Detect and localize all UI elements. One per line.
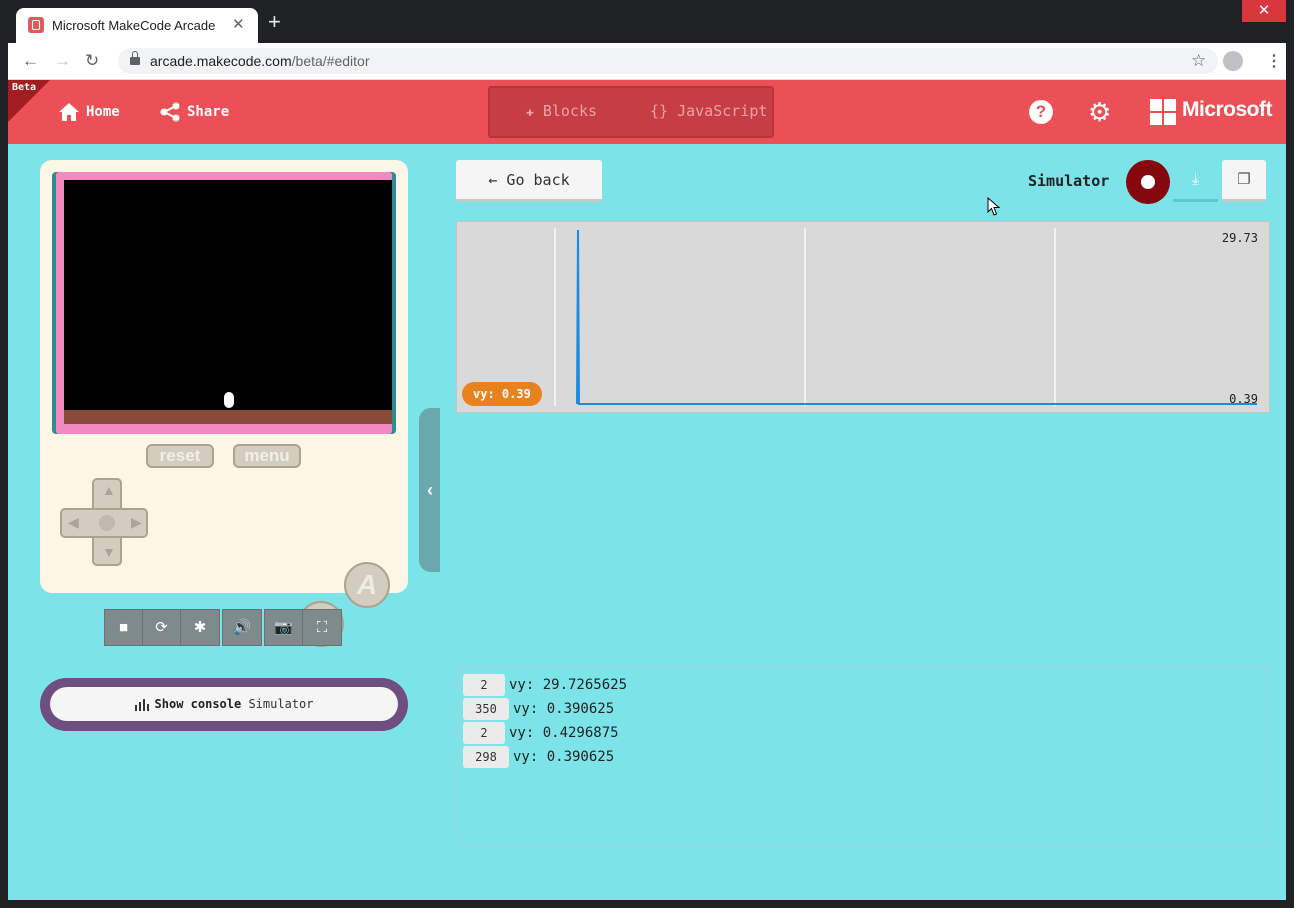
reload-button[interactable]: ↻ [85, 51, 99, 71]
tab-javascript[interactable]: {} JavaScript [650, 102, 767, 120]
a-button[interactable]: A [344, 562, 390, 608]
player-sprite [224, 392, 234, 408]
browser-menu-icon[interactable]: ⋮ [1266, 51, 1282, 71]
log-row: 2 vy: 29.7265625 [463, 674, 627, 696]
log-count-badge: 2 [463, 674, 505, 696]
dpad-center-icon [99, 515, 115, 531]
reset-button[interactable]: reset [146, 444, 214, 468]
new-tab-button[interactable]: + [268, 11, 281, 33]
mouse-cursor-icon [987, 197, 1001, 216]
log-count-badge: 2 [463, 722, 505, 744]
chart-current-label: vy: 0.39 [462, 382, 542, 406]
game-screen[interactable] [64, 180, 392, 424]
app-header: Beta Home Share ✚ Blocks {} JavaScript ?… [8, 80, 1286, 144]
profile-avatar[interactable] [1223, 51, 1243, 71]
javascript-label: JavaScript [677, 102, 768, 120]
beta-label: Beta [12, 82, 37, 93]
share-label: Share [187, 104, 230, 120]
sim-toolbar-right: 📷 ⛶ [264, 609, 342, 646]
log-count-badge: 298 [463, 746, 509, 768]
game-ground [64, 410, 392, 424]
simulator-label: Simulator [1028, 172, 1110, 190]
console-log: 2 vy: 29.7265625 350 vy: 0.390625 2 vy: 0.4… [456, 667, 1270, 845]
blocks-label: Blocks [542, 102, 598, 120]
log-text: vy: 0.390625 [513, 749, 615, 765]
collapse-simulator-button[interactable]: ‹ [419, 408, 441, 572]
tab-blocks[interactable]: ✚ Blocks [526, 102, 597, 120]
puzzle-icon: ✚ [526, 105, 534, 120]
copy-icon[interactable]: ❐ [1222, 160, 1266, 202]
debug-icon[interactable]: ✱ [181, 610, 219, 646]
share-button[interactable]: Share [159, 100, 229, 124]
microsoft-brand[interactable]: Microsoft [1182, 98, 1273, 122]
chart-canvas [554, 228, 1258, 406]
chart-series-vy [576, 229, 1257, 405]
log-text: vy: 0.4296875 [509, 725, 619, 741]
tab-close-icon[interactable]: ✕ [232, 15, 245, 33]
download-icon[interactable]: ⤓ [1173, 160, 1218, 202]
record-button[interactable] [1126, 160, 1170, 204]
screen-frame [52, 172, 396, 434]
browser-titlebar: Microsoft MakeCode Arcade ✕ + ✕ [0, 0, 1294, 43]
makecode-favicon-icon [28, 17, 44, 33]
screenshot-icon[interactable]: 📷 [265, 610, 303, 646]
sim-toolbar-mute: 🔊 [222, 609, 262, 646]
lock-icon [130, 51, 140, 67]
home-button[interactable]: Home [58, 100, 120, 124]
game-simulator: reset menu ▲ ▼ ◀ ▶ A B [40, 160, 408, 647]
url-host: arcade.makecode.com [150, 53, 292, 69]
url-path: /beta/#editor [291, 53, 370, 69]
serial-chart: vy: 0.39 29.73 0.39 [456, 221, 1270, 413]
log-row: 298 vy: 0.390625 [463, 746, 614, 768]
arrow-left-icon: ← [488, 171, 498, 189]
chart-min-label: 0.39 [1229, 392, 1258, 406]
chart-max-label: 29.73 [1221, 231, 1258, 245]
browser-tab[interactable]: Microsoft MakeCode Arcade ✕ [16, 8, 258, 43]
menu-button[interactable]: menu [233, 444, 301, 468]
browser-toolbar: ← → ↻ arcade.makecode.com/beta/#editor ☆… [8, 43, 1286, 80]
gear-icon[interactable]: ⚙ [1088, 98, 1111, 126]
serial-view: ← Go back Simulator ⤓ ❐ vy: 0.39 29.73 0… [440, 144, 1286, 900]
home-icon [59, 103, 79, 121]
dpad-left-icon[interactable]: ◀ [68, 514, 79, 531]
url-text: arcade.makecode.com/beta/#editor [150, 53, 369, 69]
log-row: 2 vy: 0.4296875 [463, 722, 619, 744]
microsoft-logo-icon[interactable] [1150, 99, 1176, 125]
help-icon[interactable]: ? [1029, 100, 1053, 124]
go-back-label: Go back [506, 171, 570, 189]
log-text: vy: 29.7265625 [509, 677, 628, 693]
share-icon [160, 102, 180, 122]
bar-chart-icon [134, 698, 149, 711]
console-button-sub: Simulator [248, 697, 314, 711]
log-row: 350 vy: 0.390625 [463, 698, 614, 720]
dpad-up-icon[interactable]: ▲ [102, 482, 116, 498]
sim-toolbar-left: ■ ⟳ ✱ [104, 609, 220, 646]
restart-icon[interactable]: ⟳ [143, 610, 181, 646]
makecode-app: Beta Home Share ✚ Blocks {} JavaScript ?… [8, 80, 1286, 900]
bookmark-star-icon[interactable]: ☆ [1191, 51, 1206, 71]
window-close-button[interactable]: ✕ [1242, 0, 1286, 22]
forward-button[interactable]: → [54, 51, 71, 71]
log-count-badge: 350 [463, 698, 509, 720]
log-text: vy: 0.390625 [513, 701, 615, 717]
console-button-label: Show console [154, 697, 242, 711]
sound-icon[interactable]: 🔊 [223, 610, 261, 646]
stop-icon[interactable]: ■ [105, 610, 143, 646]
dpad-down-icon[interactable]: ▼ [102, 544, 116, 560]
show-console-button[interactable]: Show console Simulator [50, 687, 398, 721]
tab-title: Microsoft MakeCode Arcade [52, 18, 216, 33]
home-label: Home [86, 104, 120, 120]
editor-toggle: ✚ Blocks {} JavaScript [488, 86, 774, 138]
console-toggle-wrapper: Show console Simulator [40, 678, 408, 731]
braces-icon: {} [650, 102, 669, 120]
address-bar[interactable]: arcade.makecode.com/beta/#editor ☆ [118, 48, 1218, 74]
back-button[interactable]: ← [22, 51, 39, 71]
fullscreen-icon[interactable]: ⛶ [303, 610, 341, 646]
dpad-right-icon[interactable]: ▶ [131, 514, 142, 531]
go-back-button[interactable]: ← Go back [456, 160, 602, 202]
